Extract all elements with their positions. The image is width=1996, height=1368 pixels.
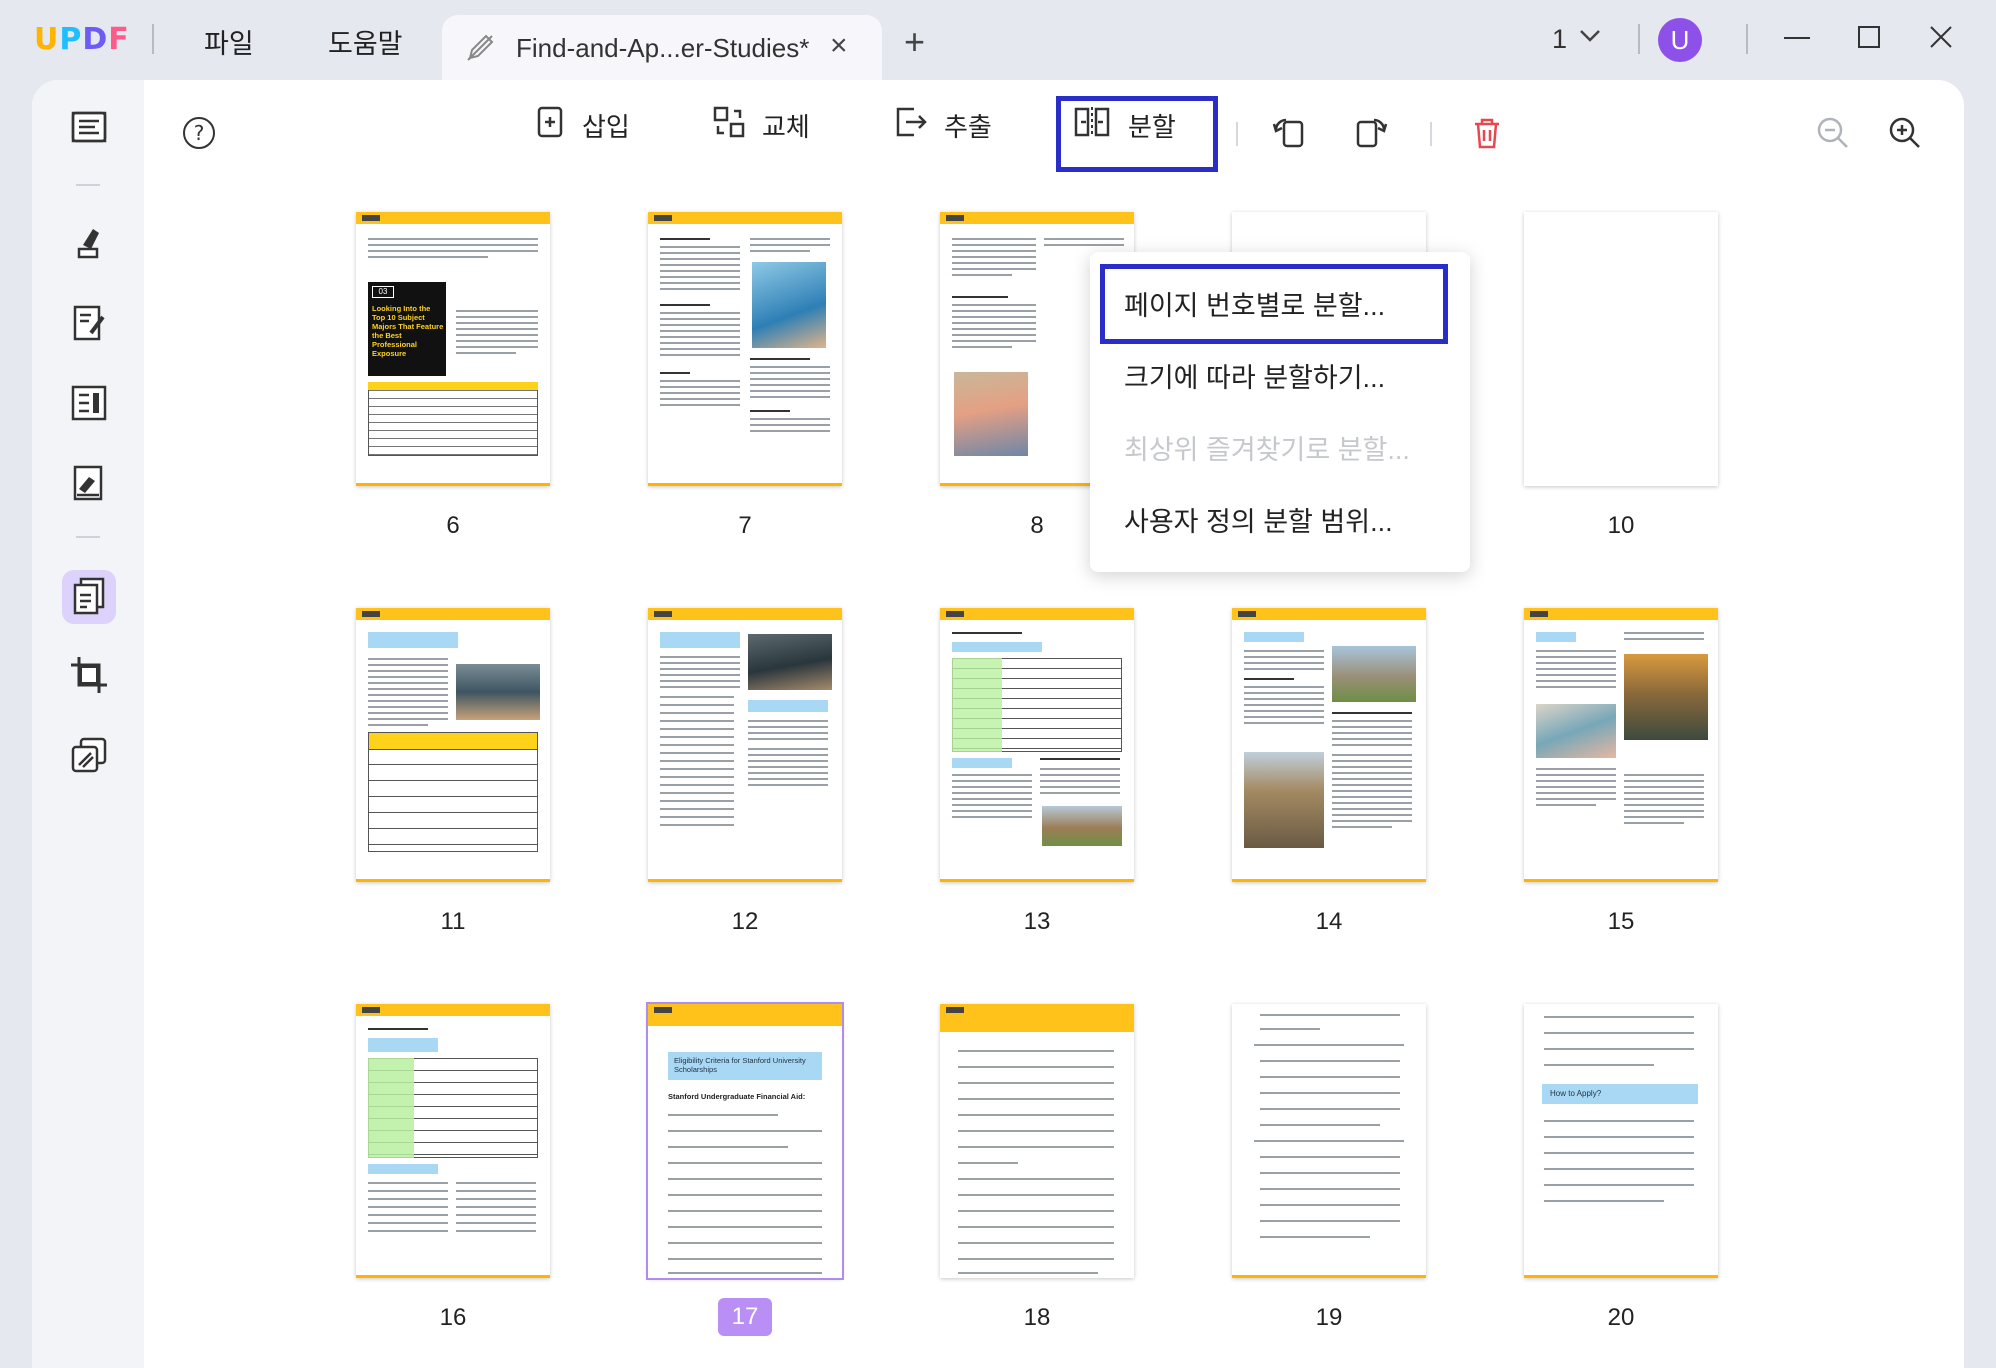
edit-pencil-icon <box>464 32 496 69</box>
replace-page-icon <box>712 105 746 146</box>
insert-page-icon <box>536 105 566 146</box>
sidebar-comment-button[interactable] <box>62 218 116 272</box>
extract-button[interactable]: 추출 <box>894 102 992 148</box>
sign-document-icon <box>69 463 109 508</box>
sidebar-sign-button[interactable] <box>62 458 116 512</box>
document-tab[interactable]: Find-and-Ap...er-Studies* × <box>442 15 882 82</box>
minimize-icon[interactable] <box>1782 22 1812 57</box>
zoom-in-icon[interactable] <box>1888 110 1922 156</box>
left-sidebar <box>32 80 144 1368</box>
rotate-right-icon[interactable] <box>1352 110 1388 156</box>
close-window-icon[interactable] <box>1926 22 1956 57</box>
page17-subheading: Stanford Undergraduate Financial Aid: <box>668 1092 806 1101</box>
extract-page-icon <box>894 105 928 146</box>
stacked-pages-icon <box>69 735 109 780</box>
split-by-bookmark-option: 최상위 즐겨찾기로 분할... <box>1124 435 1410 465</box>
page-number: 12 <box>731 908 759 935</box>
zoom-out-icon[interactable] <box>1816 110 1850 156</box>
insert-button[interactable]: 삽입 <box>536 102 630 148</box>
reader-icon <box>69 107 109 152</box>
page6-badge: 03 <box>372 286 394 298</box>
organize-pages-icon <box>69 575 109 620</box>
page-thumbnail-20[interactable]: How to Apply? <box>1524 1004 1718 1278</box>
page-number: 6 <box>446 512 460 539</box>
sidebar-edit-button[interactable] <box>62 298 116 352</box>
menu-help[interactable]: 도움말 <box>328 22 403 61</box>
page-number: 16 <box>439 1304 467 1331</box>
header-separator <box>1638 24 1640 54</box>
page-number: 19 <box>1315 1304 1343 1331</box>
custom-split-range-option[interactable]: 사용자 정의 분할 범위... <box>1124 500 1393 539</box>
page-number-selected: 17 <box>718 1298 772 1336</box>
menu-file[interactable]: 파일 <box>204 22 254 61</box>
page-thumbnail-12[interactable] <box>648 608 842 882</box>
title-separator <box>152 24 154 54</box>
title-bar: UPDF 파일 도움말 Find-and-Ap...er-Studies* × … <box>0 0 1996 82</box>
page-thumbnail-11[interactable] <box>356 608 550 882</box>
page-number: 13 <box>1023 908 1051 935</box>
page-thumbnail-6[interactable]: 03 Looking Into the Top 10 Subject Major… <box>356 212 550 486</box>
page-thumbnail-7[interactable] <box>648 212 842 486</box>
svg-text:?: ? <box>194 121 205 145</box>
sidebar-crop-button[interactable] <box>62 650 116 704</box>
rotate-left-icon[interactable] <box>1272 110 1308 156</box>
page-thumbnail-19[interactable] <box>1232 1004 1426 1278</box>
split-by-size-option[interactable]: 크기에 따라 분할하기... <box>1124 356 1385 395</box>
tab-title: Find-and-Ap...er-Studies* <box>516 33 810 63</box>
page17-heading-box: Eligibility Criteria for Stanford Univer… <box>668 1052 822 1080</box>
extract-label: 추출 <box>944 111 992 142</box>
sidebar-form-button[interactable] <box>62 378 116 432</box>
split-dropdown-menu: 페이지 번호별로 분할... 크기에 따라 분할하기... 최상위 즐겨찾기로 … <box>1090 252 1470 572</box>
page6-heading: Looking Into the Top 10 Subject Majors T… <box>372 304 444 358</box>
sidebar-tools-button[interactable] <box>62 730 116 784</box>
page-number: 10 <box>1607 512 1635 539</box>
help-icon[interactable]: ? <box>182 116 216 155</box>
sidebar-reader-button[interactable] <box>62 102 116 156</box>
form-icon <box>69 383 109 428</box>
header-separator-2 <box>1746 24 1748 54</box>
main-panel: ? 삽입 교체 추출 분할 03 Looking Into the Top 10… <box>32 80 1964 1368</box>
page-count[interactable]: 1 <box>1552 24 1567 55</box>
sidebar-organize-button[interactable] <box>62 570 116 624</box>
page-thumbnail-17[interactable]: Eligibility Criteria for Stanford Univer… <box>646 1002 844 1280</box>
sidebar-separator-2 <box>76 536 100 538</box>
replace-button[interactable]: 교체 <box>712 102 810 148</box>
toolbar-separator-2 <box>1430 122 1432 146</box>
page-number: 7 <box>738 512 752 539</box>
tab-close-icon[interactable]: × <box>830 29 848 63</box>
page-number: 20 <box>1607 1304 1635 1331</box>
page-number: 11 <box>440 908 466 935</box>
user-avatar[interactable]: U <box>1658 18 1702 62</box>
page-thumbnail-18[interactable] <box>940 1004 1134 1278</box>
page-thumbnail-14[interactable] <box>1232 608 1426 882</box>
split-button-highlight <box>1056 96 1218 172</box>
toolbar-separator <box>1236 122 1238 146</box>
page-thumbnail-16[interactable] <box>356 1004 550 1278</box>
highlighter-icon <box>69 223 109 268</box>
chevron-down-icon[interactable] <box>1578 28 1602 49</box>
page-number: 18 <box>1023 1304 1051 1331</box>
edit-document-icon <box>69 303 109 348</box>
page20-heading-box: How to Apply? <box>1542 1084 1698 1104</box>
replace-label: 교체 <box>762 111 810 142</box>
page-thumbnail-13[interactable] <box>940 608 1134 882</box>
delete-page-icon[interactable] <box>1472 110 1502 156</box>
page-thumbnail-15[interactable] <box>1524 608 1718 882</box>
insert-label: 삽입 <box>582 111 630 142</box>
new-tab-icon[interactable]: + <box>904 24 925 60</box>
maximize-icon[interactable] <box>1854 22 1884 57</box>
page-number: 14 <box>1315 908 1343 935</box>
split-option-highlight <box>1100 264 1448 344</box>
sidebar-separator <box>76 184 100 186</box>
page-thumbnail-10[interactable] <box>1524 212 1718 486</box>
page-number: 15 <box>1607 908 1635 935</box>
crop-icon <box>69 655 109 700</box>
updf-logo: UPDF <box>34 22 130 57</box>
